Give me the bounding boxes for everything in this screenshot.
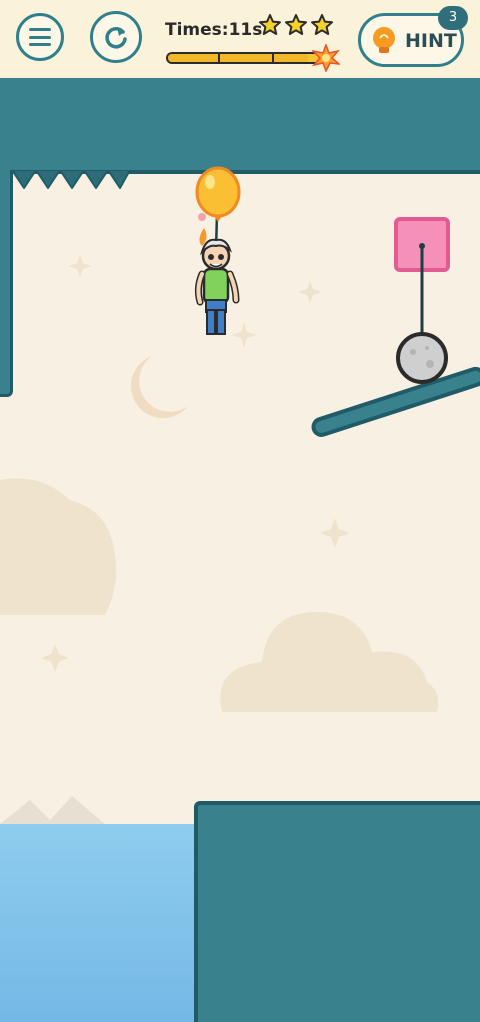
cloud-decoration (0, 478, 117, 615)
lightbulb-icon (373, 27, 395, 53)
time-progress-bar (166, 52, 326, 64)
hint-count-badge: 3 (438, 6, 468, 30)
hint-label: HINT (405, 30, 457, 52)
timer-text: Times:11s (165, 20, 263, 40)
stone-ball (396, 332, 448, 384)
mountain-decoration (0, 796, 105, 824)
game-stage[interactable]: Times:11s HINT 3 (0, 0, 480, 1022)
water-pool (0, 824, 196, 1022)
star-rating (258, 13, 334, 41)
star-icon (285, 14, 307, 35)
ground-block (194, 801, 480, 1022)
top-hud: Times:11s HINT 3 (0, 0, 480, 78)
star-decoration (41, 644, 69, 672)
pendulum-assembly (394, 217, 450, 384)
star-icon (259, 14, 281, 35)
star-decoration (320, 518, 350, 548)
star-icon (311, 14, 333, 35)
balloon-character[interactable] (180, 166, 260, 341)
spark-burst-icon (312, 44, 340, 72)
time-progress-fill (168, 54, 309, 62)
left-wall (0, 170, 13, 397)
yellow-balloon (195, 166, 241, 218)
ceiling-spikes (12, 170, 131, 189)
crescent-moon-decoration (130, 356, 188, 419)
hamburger-menu-icon (29, 28, 51, 46)
ceiling-block (0, 78, 480, 174)
restart-arrow-icon (105, 27, 127, 49)
star-decoration (298, 280, 322, 304)
cloud-decoration (220, 612, 439, 712)
menu-button[interactable] (16, 13, 64, 61)
star-decoration (69, 255, 91, 277)
restart-button[interactable] (90, 11, 142, 63)
